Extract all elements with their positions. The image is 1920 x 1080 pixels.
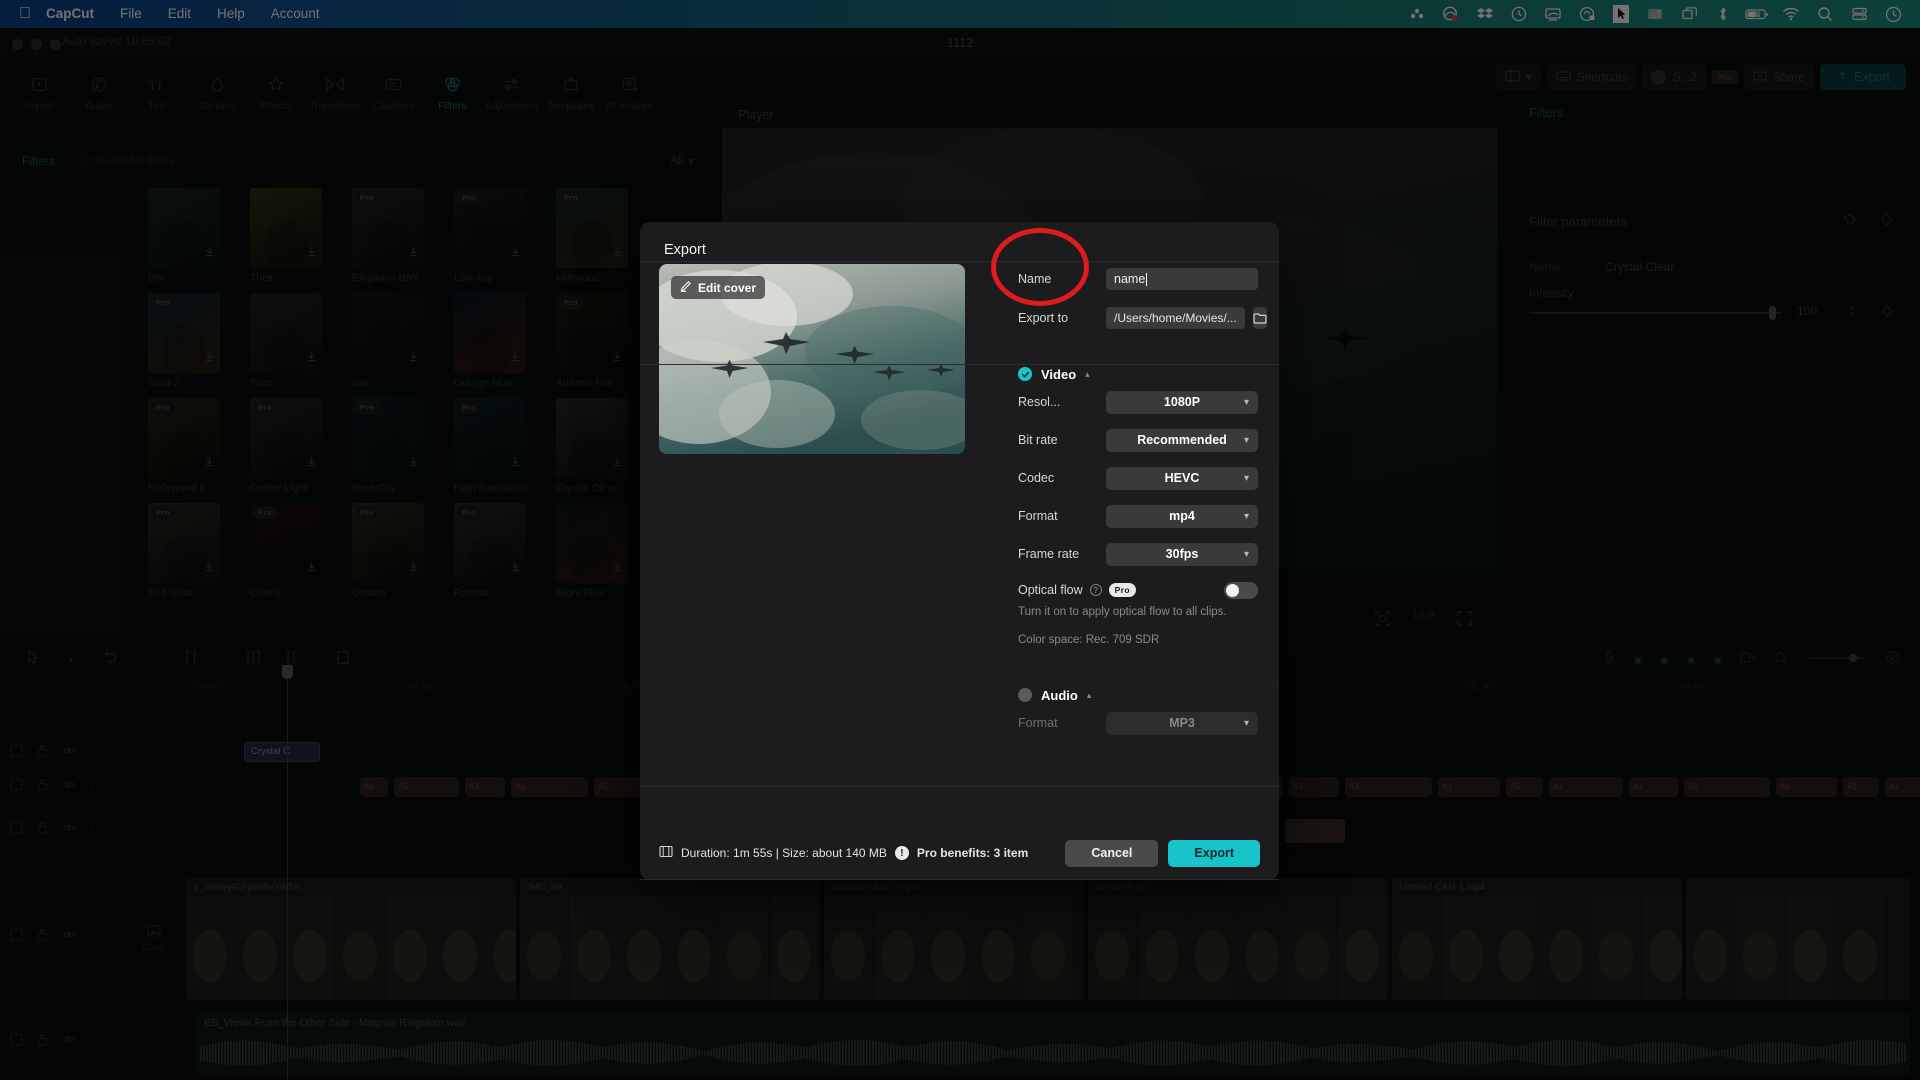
cover-preview[interactable]: Edit cover — [659, 264, 965, 454]
setting-label: Codec — [1018, 471, 1055, 485]
setting-select[interactable]: MP3 ▾ — [1106, 711, 1258, 735]
duration-size-text: Duration: 1m 55s | Size: about 140 MB — [681, 846, 887, 860]
edit-cover-label: Edit cover — [698, 280, 757, 295]
chevron-down-icon: ▾ — [1243, 548, 1249, 560]
audio-checkbox[interactable] — [1018, 688, 1032, 702]
dialog-divider — [640, 261, 1279, 262]
optical-flow-hint: Turn it on to apply optical flow to all … — [1018, 606, 1227, 618]
export-to-label: Export to — [1018, 311, 1069, 325]
pro-benefits-text: Pro benefits: 3 item — [916, 846, 1029, 860]
info-icon[interactable]: ! — [894, 846, 909, 860]
video-settings-rows: Resol... 1080P ▾ Bit rate Recommended ▾ Codec H… — [1018, 387, 1258, 569]
name-input[interactable]: name — [1106, 268, 1258, 290]
audio-settings-rows: Format MP3 ▾ — [1018, 708, 1258, 738]
chevron-down-icon: ▾ — [1243, 434, 1249, 446]
setting-label: Resol... — [1018, 395, 1061, 409]
audio-section-header[interactable]: Audio ▴ — [1018, 682, 1258, 708]
color-space-text: Color space: Rec. 709 SDR — [1018, 634, 1160, 646]
setting-label: Frame rate — [1018, 547, 1080, 561]
dialog-title: Export — [664, 242, 706, 258]
setting-row: Codec HEVC ▾ — [1018, 463, 1258, 493]
dialog-divider-2 — [640, 364, 1279, 365]
setting-value: MP3 — [1169, 716, 1195, 730]
export-form: Name name Export to /Users/home/Movies/.… — [640, 264, 1279, 880]
annotation-circle — [991, 228, 1089, 306]
optical-flow-toggle[interactable] — [1224, 581, 1258, 599]
video-section-label: Video — [1041, 366, 1077, 382]
chevron-down-icon: ▾ — [1243, 396, 1249, 408]
setting-value: mp4 — [1169, 509, 1195, 523]
setting-select[interactable]: 30fps ▾ — [1106, 542, 1258, 566]
help-icon[interactable]: ? — [1089, 584, 1102, 596]
cancel-button[interactable]: Cancel — [1065, 839, 1159, 867]
toggle-knob — [1226, 583, 1239, 597]
edit-cover-button[interactable]: Edit cover — [671, 276, 766, 299]
name-input-value: name — [1114, 272, 1146, 286]
export-dialog: Export Edit cover Name name Export to /U… — [640, 222, 1279, 880]
setting-row: Resol... 1080P ▾ — [1018, 387, 1258, 417]
setting-row: Bit rate Recommended ▾ — [1018, 425, 1258, 455]
folder-icon[interactable] — [1252, 307, 1267, 329]
chevron-up-icon[interactable]: ▴ — [1087, 690, 1092, 701]
footer-meta: Duration: 1m 55s | Size: about 140 MB ! … — [659, 845, 1028, 861]
setting-select[interactable]: Recommended ▾ — [1106, 428, 1258, 452]
screen:  CapCut File Edit Help Account — [0, 0, 1920, 1080]
export-to-row: Export to /Users/home/Movies/... — [1018, 303, 1267, 333]
setting-value: 1080P — [1163, 395, 1201, 409]
dialog-divider-3 — [640, 786, 1279, 787]
text-caret — [1146, 272, 1148, 286]
optical-flow-label: Optical flow — [1018, 583, 1083, 597]
setting-label: Format — [1018, 509, 1058, 523]
chevron-down-icon: ▾ — [1243, 510, 1249, 522]
export-path-input[interactable]: /Users/home/Movies/... — [1106, 307, 1245, 329]
setting-row: Frame rate 30fps ▾ — [1018, 539, 1258, 569]
chevron-down-icon: ▾ — [1243, 472, 1249, 484]
export-confirm-button[interactable]: Export — [1168, 839, 1260, 867]
setting-value: HEVC — [1164, 471, 1200, 485]
chevron-up-icon[interactable]: ▴ — [1085, 369, 1090, 380]
film-icon — [659, 845, 673, 861]
chevron-down-icon: ▾ — [1243, 717, 1249, 729]
setting-value: Recommended — [1137, 433, 1227, 447]
pro-badge: Pro — [1108, 583, 1136, 597]
pencil-icon — [680, 280, 692, 295]
video-checkbox[interactable] — [1018, 367, 1032, 381]
setting-value: 30fps — [1165, 547, 1199, 561]
setting-row: Format mp4 ▾ — [1018, 501, 1258, 531]
dialog-footer: Duration: 1m 55s | Size: about 140 MB ! … — [640, 826, 1279, 880]
setting-row: Format MP3 ▾ — [1018, 708, 1258, 738]
setting-select[interactable]: 1080P ▾ — [1106, 390, 1258, 414]
setting-label: Format — [1018, 716, 1058, 730]
setting-label: Bit rate — [1018, 433, 1058, 447]
setting-select[interactable]: HEVC ▾ — [1106, 466, 1258, 490]
optical-flow-row: Optical flow ? Pro — [1018, 577, 1258, 603]
setting-select[interactable]: mp4 ▾ — [1106, 504, 1258, 528]
audio-section-label: Audio — [1041, 687, 1078, 703]
